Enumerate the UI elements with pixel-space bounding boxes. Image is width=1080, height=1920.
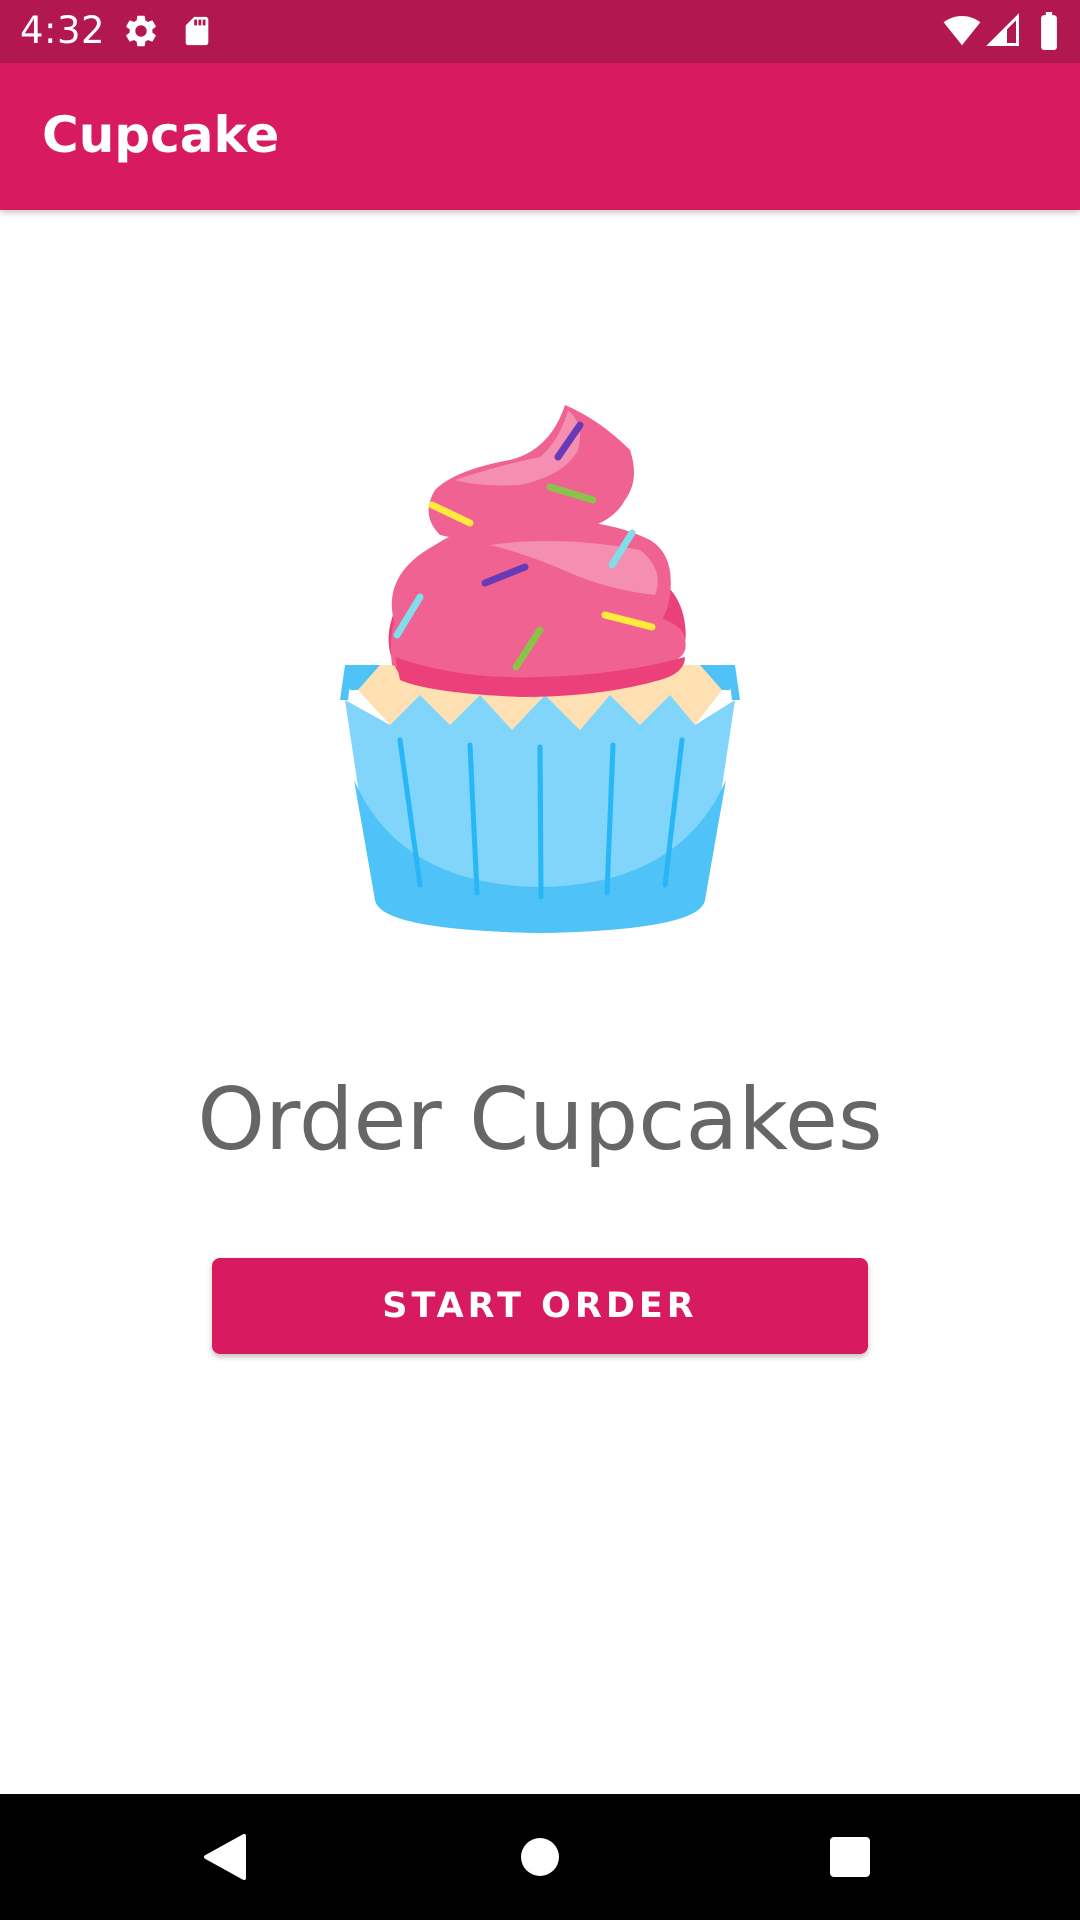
- app-bar: Cupcake: [0, 63, 1080, 210]
- status-bar: 4:32: [0, 0, 1080, 63]
- cupcake-illustration: [340, 405, 740, 933]
- start-order-button[interactable]: START ORDER: [212, 1258, 868, 1354]
- sd-card-icon: [185, 16, 209, 46]
- back-button[interactable]: [185, 1817, 265, 1897]
- page-heading: Order Cupcakes: [197, 1070, 883, 1170]
- home-icon: [521, 1838, 559, 1876]
- navigation-bar: [0, 1794, 1080, 1920]
- wifi-icon: [943, 15, 981, 46]
- gear-icon: [126, 15, 156, 47]
- battery-icon: [1041, 12, 1057, 50]
- recents-icon: [830, 1837, 870, 1877]
- signal-icon: [986, 13, 1019, 46]
- home-button[interactable]: [500, 1817, 580, 1897]
- status-time: 4:32: [20, 9, 106, 52]
- recents-button[interactable]: [810, 1817, 890, 1897]
- back-icon: [204, 1834, 246, 1880]
- app-title: Cupcake: [42, 106, 280, 164]
